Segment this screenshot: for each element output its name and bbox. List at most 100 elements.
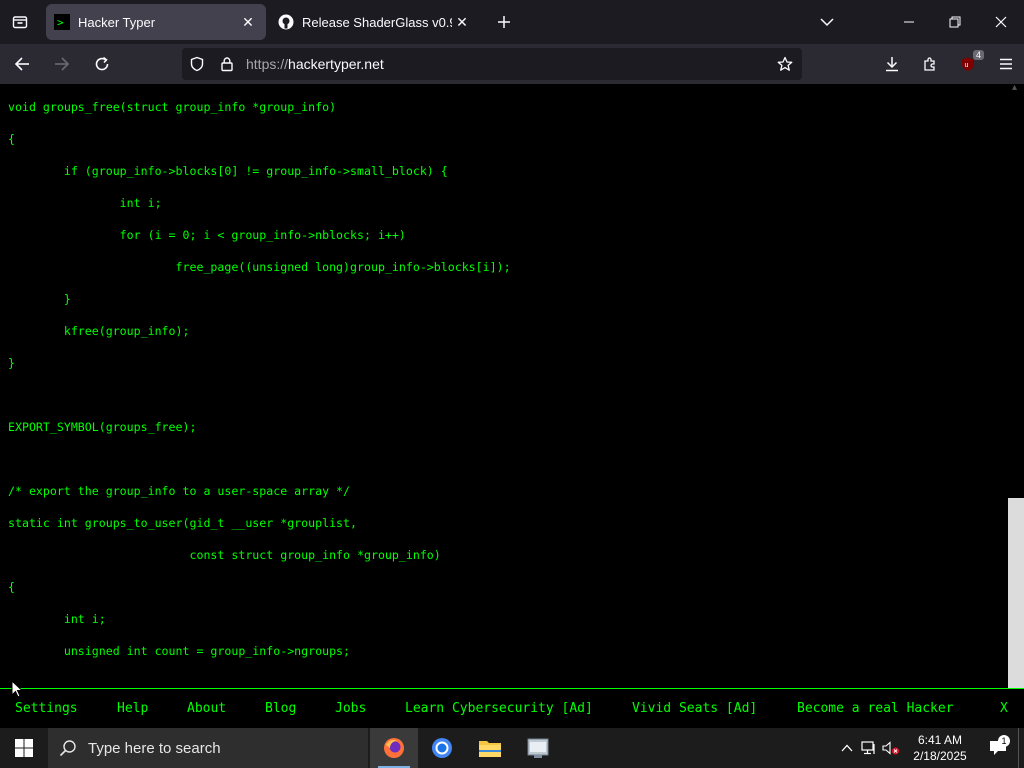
taskbar-search-box[interactable]: Type here to search	[48, 728, 368, 768]
footer-jobs-link[interactable]: Jobs	[335, 701, 366, 716]
tab-overflow-button[interactable]	[804, 0, 850, 44]
tab-list-icon	[12, 16, 28, 29]
url-host: hackertyper.net	[288, 56, 384, 72]
clock-time: 6:41 AM	[917, 733, 963, 747]
network-status-button[interactable]	[858, 728, 880, 768]
code-line: for (i = 0; i < group_info->nblocks; i++…	[8, 228, 406, 242]
taskbar-clock[interactable]: 6:41 AM 2/18/2025	[902, 732, 978, 764]
windows-taskbar: Type here to search 6:41 AM 2/18/2025 1	[0, 728, 1024, 768]
close-tab-icon[interactable]: ✕	[452, 12, 472, 32]
puzzle-icon	[924, 57, 935, 71]
restore-button[interactable]	[932, 0, 978, 44]
ublock-extension-button[interactable]: u 4	[950, 48, 986, 80]
code-line: int i;	[8, 612, 106, 626]
tab-shaderglass-release[interactable]: Release ShaderGlass v0.9 · mausimus ✕	[270, 4, 480, 40]
footer-become-hacker-link[interactable]: Become a real Hacker	[797, 701, 954, 716]
show-desktop-button[interactable]	[1018, 728, 1024, 768]
footer-learn-cybersecurity-ad-link[interactable]: Learn Cybersecurity [Ad]	[405, 701, 593, 716]
svg-text:>: >	[57, 16, 64, 29]
taskbar-shaderglass[interactable]	[514, 728, 562, 768]
code-line: free_page((unsigned long)group_info->blo…	[8, 260, 511, 274]
code-line: {	[8, 580, 15, 594]
list-all-tabs-button[interactable]	[0, 0, 40, 44]
volume-button[interactable]	[880, 728, 902, 768]
search-placeholder: Type here to search	[88, 739, 221, 757]
hacker-typer-console[interactable]: void groups_free(struct group_info *grou…	[0, 84, 1024, 688]
lock-icon[interactable]	[212, 56, 242, 72]
footer-about-link[interactable]: About	[187, 701, 226, 716]
taskbar-file-explorer[interactable]	[466, 728, 514, 768]
tab-hacker-typer[interactable]: > Hacker Typer ✕	[46, 4, 266, 40]
url-bar[interactable]: https://hackertyper.net	[182, 48, 802, 80]
action-center-button[interactable]: 1	[978, 735, 1018, 756]
code-line: unsigned int count = group_info->ngroups…	[8, 644, 351, 658]
taskbar-chrome[interactable]	[418, 728, 466, 768]
new-tab-button[interactable]	[486, 4, 522, 40]
bookmark-star-icon[interactable]	[768, 56, 802, 72]
reload-button[interactable]	[84, 48, 120, 80]
folder-icon	[479, 741, 501, 757]
close-window-button[interactable]	[978, 0, 1024, 44]
extension-badge-count: 4	[972, 50, 984, 60]
footer-vivid-seats-ad-link[interactable]: Vivid Seats [Ad]	[632, 701, 757, 716]
downloads-button[interactable]	[874, 48, 910, 80]
tab-title: Release ShaderGlass v0.9 · mausimus	[302, 14, 452, 30]
close-icon	[995, 16, 1007, 28]
code-line: int i;	[8, 196, 162, 210]
footer-settings-link[interactable]: Settings	[15, 701, 78, 716]
scrollbar-thumb[interactable]	[1008, 498, 1024, 688]
svg-text:u: u	[965, 62, 969, 69]
minimize-button[interactable]	[886, 0, 932, 44]
restore-icon	[949, 16, 961, 28]
arrow-right-icon	[55, 57, 70, 71]
forward-button[interactable]	[44, 48, 80, 80]
code-output: void groups_free(struct group_info *grou…	[8, 101, 511, 677]
code-line: EXPORT_SYMBOL(groups_free);	[8, 420, 197, 434]
scroll-up-arrow-icon[interactable]: ▴	[1012, 84, 1017, 93]
mouse-cursor-icon	[11, 680, 23, 698]
tab-title: Hacker Typer	[78, 14, 156, 30]
show-hidden-icons-button[interactable]	[836, 728, 858, 768]
url-scheme: https://	[246, 56, 289, 72]
download-icon	[886, 57, 898, 72]
navigation-toolbar: https://hackertyper.net u 4	[0, 44, 1024, 84]
code-line: {	[8, 132, 15, 146]
speaker-muted-icon	[882, 741, 899, 755]
code-line: static int groups_to_user(gid_t __user *…	[8, 516, 358, 530]
vertical-scrollbar[interactable]: ▴	[1007, 84, 1024, 688]
code-line: const struct group_info *group_info)	[8, 548, 441, 562]
close-tab-icon[interactable]: ✕	[238, 12, 258, 32]
back-button[interactable]	[4, 48, 40, 80]
footer-help-link[interactable]: Help	[117, 701, 148, 716]
code-line: /* export the group_info to a user-space…	[8, 484, 351, 498]
footer-close-button[interactable]: X	[1000, 701, 1008, 716]
tab-bar: > Hacker Typer ✕ Release ShaderGlass v0.…	[0, 0, 1024, 44]
search-icon	[48, 739, 88, 757]
taskbar-firefox[interactable]	[370, 728, 418, 768]
chrome-icon	[432, 738, 452, 758]
footer-menu: Settings Help About Blog Jobs Learn Cybe…	[0, 688, 1024, 728]
arrow-left-icon	[14, 57, 29, 71]
app-menu-button[interactable]	[988, 48, 1024, 80]
extensions-button[interactable]	[912, 48, 948, 80]
plus-icon	[498, 16, 510, 28]
minimize-icon	[904, 21, 914, 23]
system-tray: 6:41 AM 2/18/2025 1	[836, 728, 1024, 768]
notification-count-badge: 1	[998, 735, 1010, 747]
clock-date: 2/18/2025	[913, 749, 967, 763]
hackertyper-favicon-icon: >	[54, 14, 70, 30]
chevron-down-icon	[820, 18, 834, 27]
hamburger-menu-icon	[1000, 58, 1012, 70]
shield-icon[interactable]	[182, 56, 212, 72]
url-text[interactable]: https://hackertyper.net	[242, 56, 768, 72]
reload-icon	[95, 56, 109, 71]
shaderglass-app-icon	[527, 738, 549, 758]
footer-blog-link[interactable]: Blog	[265, 701, 296, 716]
start-button[interactable]	[0, 728, 48, 768]
windows-logo-icon	[15, 739, 33, 757]
code-line: void groups_free(struct group_info *grou…	[8, 100, 337, 114]
code-line: }	[8, 356, 15, 370]
chevron-up-icon	[841, 744, 853, 752]
